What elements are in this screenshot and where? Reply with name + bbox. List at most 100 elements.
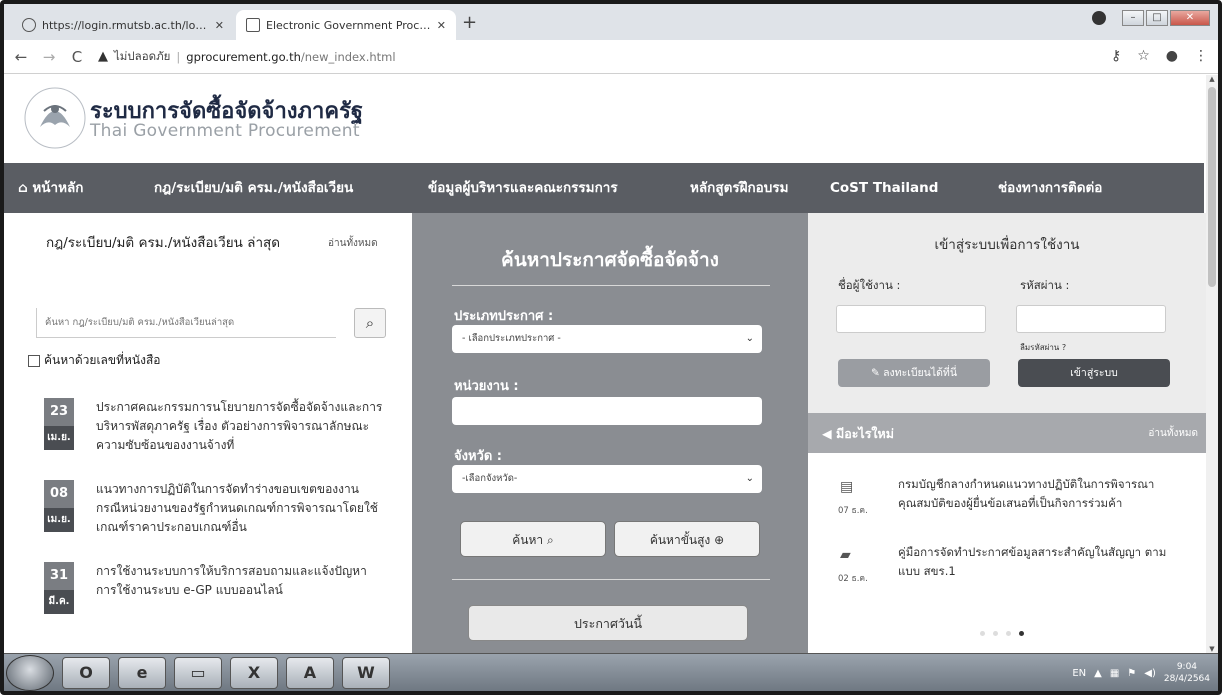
close-window-button[interactable]: ✕ [1170,10,1210,26]
password-input[interactable] [1016,305,1166,333]
login-box: เข้าสู่ระบบเพื่อการใช้งาน ชื่อผู้ใช้งาน … [808,213,1206,413]
nav-rules[interactable]: กฎ/ระเบียบ/มติ ครม./หนังสือเวียน [154,163,353,213]
nav-home[interactable]: ⌂ หน้าหลัก [18,163,83,213]
advanced-search-button[interactable]: ค้นหาขั้นสูง ⊕ [614,521,760,557]
close-icon[interactable]: ✕ [215,19,224,32]
forward-icon[interactable]: → [38,48,60,66]
taskbar: O e ▭ X A W EN ▲ ▦ ⚑ ◀) 9:04 28/4/2564 [4,653,1218,691]
tab-title: https://login.rmutsb.ac.th/login... [42,18,209,32]
edit-icon: ✎ [870,367,884,379]
flag-icon[interactable]: ⚑ [1127,668,1136,679]
search-by-number-checkbox[interactable]: ค้นหาด้วยเลขที่หนังสือ [28,351,161,370]
type-label: ประเภทประกาศ : [454,309,554,324]
nav-training[interactable]: หลักสูตรฝึกอบรม [690,163,789,213]
security-label: ไม่ปลอดภัย [114,48,171,63]
scroll-up-icon[interactable]: ▲ [1206,75,1218,83]
carousel-dot-active[interactable] [1019,631,1024,636]
garuda-logo[interactable] [22,85,88,151]
clock[interactable]: 9:04 28/4/2564 [1164,661,1210,685]
site-icon [246,18,260,32]
whats-new-date: 07 ธ.ค. [838,506,868,516]
news-day: 23 [44,398,74,426]
site-subtitle: Thai Government Procurement [90,121,360,141]
tray-expand-icon[interactable]: ▲ [1094,668,1102,679]
zoom-icon: ⊕ [714,533,725,547]
scroll-down-icon[interactable]: ▼ [1206,645,1218,653]
carousel-dot[interactable] [1006,631,1011,636]
whats-new-title: ◀ มีอะไรใหม่ [822,424,894,444]
whats-new-text[interactable]: กรมบัญชีกลางกำหนดแนวทางปฏิบัติในการพิจาร… [898,475,1188,513]
address-bar[interactable]: ▲ ไม่ปลอดภัย | gprocurement.go.th/new_in… [98,48,396,66]
search-icon[interactable]: ⌕ [354,308,386,338]
scroll-thumb[interactable] [1208,87,1216,287]
news-month: มี.ค. [44,590,74,614]
acrobat-icon[interactable]: A [286,657,334,689]
rules-read-all-link[interactable]: อ่านทั้งหมด [328,236,378,251]
carousel-dot[interactable] [980,631,985,636]
username-label: ชื่อผู้ใช้งาน : [838,278,901,292]
system-tray: EN ▲ ▦ ⚑ ◀) 9:04 28/4/2564 [1072,654,1210,692]
type-select[interactable]: - เลือกประเภทประกาศ - ⌄ [452,325,762,353]
close-icon[interactable]: ✕ [437,19,446,32]
start-button[interactable] [6,655,54,691]
agency-input[interactable] [452,397,762,425]
rules-panel: กฎ/ระเบียบ/มติ ครม./หนังสือเวียน ล่าสุด … [28,222,403,642]
news-item[interactable]: 08 เม.ย. แนวทางการปฏิบัติในการจัดทำร่างข… [44,480,389,542]
menu-icon[interactable]: ⋮ [1194,48,1208,64]
rules-search-input[interactable] [36,308,336,338]
register-button[interactable]: ✎ ลงทะเบียนได้ที่นี่ [838,359,990,387]
news-month: เม.ย. [44,426,74,450]
tab-login[interactable]: https://login.rmutsb.ac.th/login... ✕ [12,10,234,40]
extension-icon[interactable] [1092,11,1106,25]
maximize-button[interactable]: □ [1146,10,1168,26]
volume-icon[interactable]: ◀) [1144,668,1156,679]
newspaper-icon: ▤ [840,479,854,495]
news-day: 08 [44,480,74,508]
language-indicator[interactable]: EN [1072,668,1086,679]
reload-icon[interactable]: C [66,48,88,66]
date-badge: 23 เม.ย. [44,398,74,452]
today-announcements-button[interactable]: ประกาศวันนี้ [468,605,748,641]
carousel-dots [980,631,1024,636]
login-title: เข้าสู่ระบบเพื่อการใช้งาน [934,237,1080,253]
news-text[interactable]: แนวทางการปฏิบัติในการจัดทำร่างขอบเขตของง… [96,480,386,537]
news-text[interactable]: การใช้งานระบบการให้บริการสอบถามและแจ้งปั… [96,562,386,600]
province-select-value: -เลือกจังหวัด- [462,473,518,484]
profile-icon[interactable]: ● [1166,48,1178,64]
whats-new-text[interactable]: คู่มือการจัดทำประกาศข้อมูลสาระสำคัญในสัญ… [898,543,1188,581]
type-select-value: - เลือกประเภทประกาศ - [462,333,561,344]
url-text: gprocurement.go.th/new_index.html [186,50,395,64]
network-icon[interactable]: ▦ [1110,668,1119,679]
tab-egp[interactable]: Electronic Government Procurem ✕ [236,10,456,40]
nav-contact[interactable]: ช่องทางการติดต่อ [998,163,1102,213]
agency-label: หน่วยงาน : [454,379,519,394]
forgot-password-link[interactable]: ลืมรหัสผ่าน ? [1020,341,1066,354]
news-item[interactable]: 23 เม.ย. ประกาศคณะกรรมการนโยบายการจัดซื้… [44,398,389,460]
new-tab-button[interactable]: + [462,14,477,32]
ie-icon[interactable]: e [118,657,166,689]
right-panel: เข้าสู่ระบบเพื่อการใช้งาน ชื่อผู้ใช้งาน … [808,213,1206,653]
page-scrollbar[interactable]: ▲ ▼ [1206,75,1218,653]
folder-icon[interactable]: ▭ [174,657,222,689]
back-icon[interactable]: ← [10,48,32,66]
search-button[interactable]: ค้นหา ⌕ [460,521,606,557]
whats-new-read-all-link[interactable]: อ่านทั้งหมด [1148,426,1198,441]
star-icon[interactable]: ☆ [1137,48,1150,64]
nav-executives[interactable]: ข้อมูลผู้บริหารและคณะกรรมการ [428,163,618,213]
username-input[interactable] [836,305,986,333]
news-text[interactable]: ประกาศคณะกรรมการนโยบายการจัดซื้อจัดจ้างแ… [96,398,386,455]
checkbox-icon[interactable] [28,354,40,367]
word-icon[interactable]: W [342,657,390,689]
minimize-button[interactable]: – [1122,10,1144,26]
carousel-dot[interactable] [993,631,998,636]
register-label: ลงทะเบียนได้ที่นี่ [883,367,958,379]
opera-icon[interactable]: O [62,657,110,689]
login-button[interactable]: เข้าสู่ระบบ [1018,359,1170,387]
nav-cost-thailand[interactable]: CoST Thailand [830,163,938,213]
key-icon[interactable]: ⚷ [1111,48,1121,64]
province-select[interactable]: -เลือกจังหวัด- ⌄ [452,465,762,493]
news-item[interactable]: 31 มี.ค. การใช้งานระบบการให้บริการสอบถาม… [44,562,389,624]
tab-title: Electronic Government Procurem [266,18,431,32]
tab-strip: https://login.rmutsb.ac.th/login... ✕ El… [4,4,1218,40]
excel-icon[interactable]: X [230,657,278,689]
